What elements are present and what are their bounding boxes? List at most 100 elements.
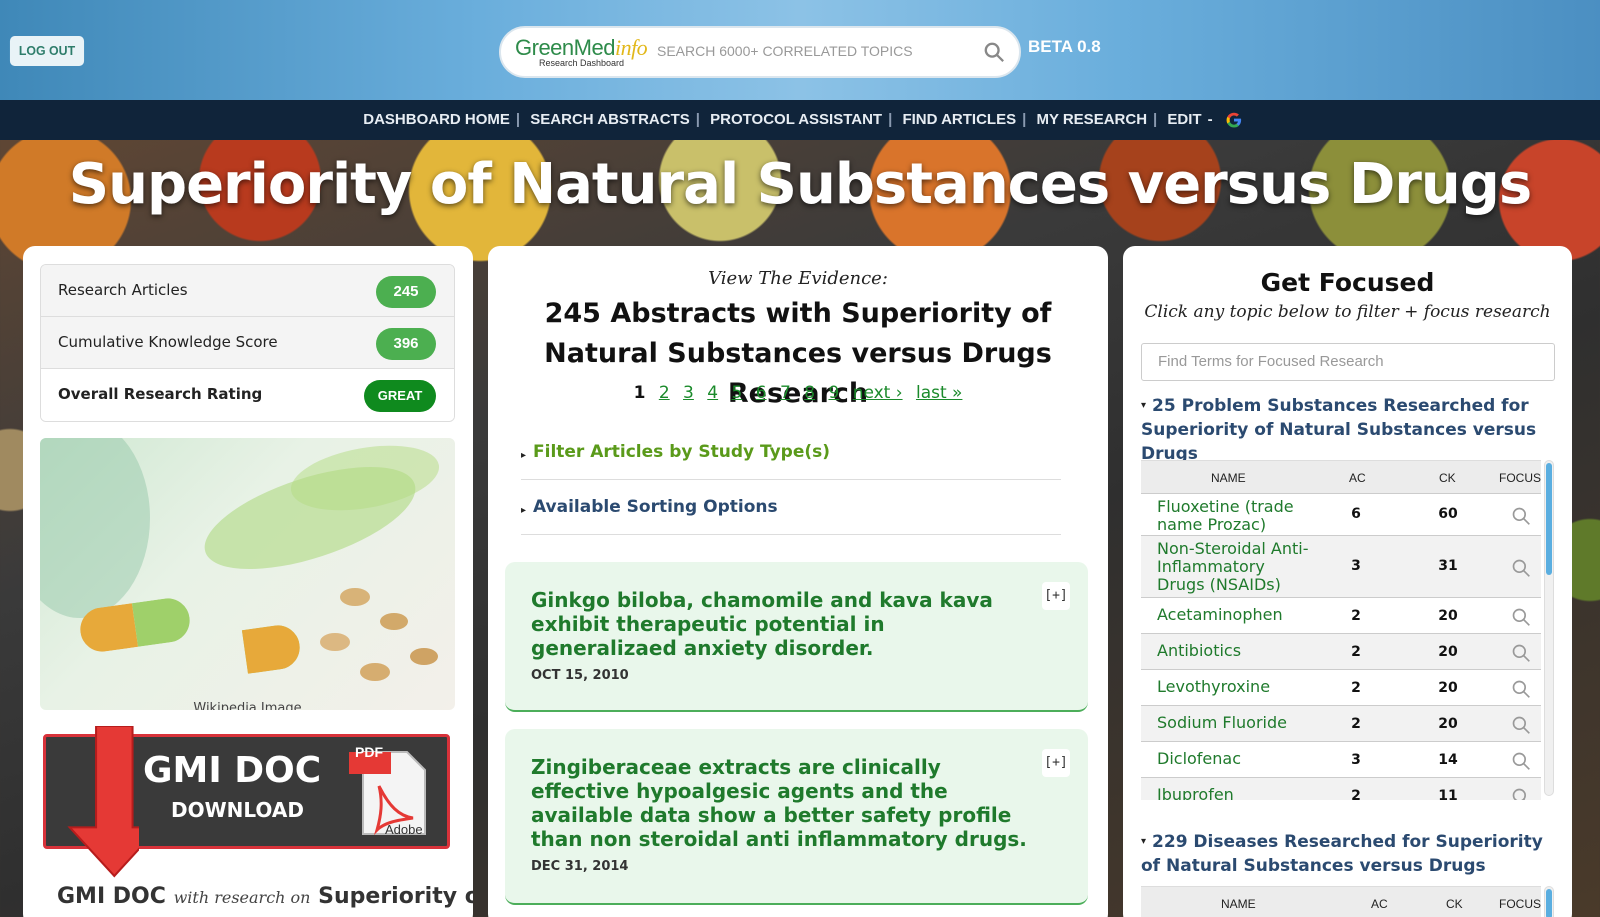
article-date: DEC 31, 2014 bbox=[531, 859, 629, 874]
substance-link[interactable]: Levothyroxine bbox=[1157, 678, 1317, 696]
page-link[interactable]: 9 bbox=[828, 383, 839, 403]
page-last-link[interactable]: last » bbox=[916, 383, 962, 403]
focus-search-icon[interactable] bbox=[1511, 506, 1531, 526]
page-link[interactable]: 8 bbox=[804, 383, 815, 403]
col-focus: FOCUS bbox=[1499, 471, 1541, 485]
col-ac: AC bbox=[1371, 897, 1388, 911]
section-title: 25 Problem Substances Researched for Sup… bbox=[1141, 396, 1537, 464]
greenmedinfo-logo[interactable]: GreenMedinfo Research Dashboard bbox=[515, 35, 648, 71]
topic-image: Wikipedia Image bbox=[40, 438, 455, 710]
ac-value: 2 bbox=[1351, 716, 1361, 732]
ac-value: 2 bbox=[1351, 608, 1361, 624]
expand-caret-icon: ▸ bbox=[521, 505, 527, 516]
ck-value: 11 bbox=[1438, 788, 1458, 800]
stat-label: Cumulative Knowledge Score bbox=[58, 333, 278, 351]
table-scrollbar[interactable] bbox=[1544, 886, 1554, 917]
article-title[interactable]: Zingiberaceae extracts are clinically ef… bbox=[531, 755, 1031, 851]
substance-link[interactable]: Sodium Fluoride bbox=[1157, 714, 1317, 732]
problem-substances-toggle[interactable]: ▾ 25 Problem Substances Researched for Su… bbox=[1141, 394, 1561, 466]
expand-caret-icon: ▸ bbox=[521, 450, 527, 461]
nav-edit[interactable]: EDIT bbox=[1167, 111, 1201, 128]
substance-link[interactable]: Non-Steroidal Anti-Inflammatory Drugs (N… bbox=[1157, 540, 1317, 594]
ck-value: 20 bbox=[1438, 644, 1458, 660]
focus-search-icon[interactable] bbox=[1511, 787, 1531, 800]
focus-search-icon[interactable] bbox=[1511, 607, 1531, 627]
nav-search-abstracts[interactable]: SEARCH ABSTRACTS bbox=[530, 111, 689, 128]
ac-value: 3 bbox=[1351, 558, 1361, 574]
substance-link[interactable]: Ibuprofen bbox=[1157, 786, 1317, 801]
page-link[interactable]: 2 bbox=[659, 383, 670, 403]
page-link[interactable]: 5 bbox=[732, 383, 743, 403]
focus-search-icon[interactable] bbox=[1511, 643, 1531, 663]
ck-value: 20 bbox=[1438, 608, 1458, 624]
ac-value: 2 bbox=[1351, 788, 1361, 800]
stat-knowledge-score: Cumulative Knowledge Score 396 bbox=[41, 317, 454, 369]
expand-button[interactable]: [+] bbox=[1042, 749, 1070, 777]
stat-label: Research Articles bbox=[58, 281, 188, 299]
image-caption: Wikipedia Image bbox=[193, 701, 302, 710]
col-focus: FOCUS bbox=[1499, 897, 1541, 911]
page-link[interactable]: 3 bbox=[683, 383, 694, 403]
ac-value: 2 bbox=[1351, 680, 1361, 696]
nav-protocol-assistant[interactable]: PROTOCOL ASSISTANT bbox=[710, 111, 882, 128]
focus-search-icon[interactable] bbox=[1511, 558, 1531, 578]
ck-value: 20 bbox=[1438, 680, 1458, 696]
nav-my-research[interactable]: MY RESEARCH bbox=[1036, 111, 1147, 128]
search-input[interactable]: SEARCH 6000+ CORRELATED TOPICS bbox=[657, 43, 913, 59]
page-link[interactable]: 4 bbox=[707, 383, 718, 403]
ck-value: 60 bbox=[1438, 506, 1458, 522]
ck-value: 14 bbox=[1438, 752, 1458, 768]
substance-link[interactable]: Diclofenac bbox=[1157, 750, 1317, 768]
article-date: OCT 15, 2010 bbox=[531, 668, 629, 683]
substance-link[interactable]: Acetaminophen bbox=[1157, 606, 1317, 624]
center-panel: View The Evidence: 245 Abstracts with Su… bbox=[488, 246, 1108, 917]
substance-link[interactable]: Fluoxetine (trade name Prozac) bbox=[1157, 498, 1317, 534]
article-card[interactable]: Zingiberaceae extracts are clinically ef… bbox=[505, 729, 1088, 905]
google-translate-icon[interactable] bbox=[1225, 111, 1243, 129]
scrollbar-thumb[interactable] bbox=[1546, 463, 1552, 575]
gmi-doc-download-button[interactable]: GMI DOC DOWNLOAD PDF Adobe bbox=[43, 726, 450, 878]
table-scrollbar[interactable] bbox=[1544, 460, 1554, 796]
focus-search-icon[interactable] bbox=[1511, 715, 1531, 735]
table-row: Fluoxetine (trade name Prozac) 6 60 bbox=[1141, 494, 1541, 536]
search-bar[interactable]: GreenMedinfo Research Dashboard SEARCH 6… bbox=[499, 26, 1021, 78]
expand-button[interactable]: [+] bbox=[1042, 582, 1070, 610]
beta-label: BETA 0.8 bbox=[1028, 37, 1101, 56]
page-link[interactable]: 6 bbox=[756, 383, 767, 403]
collapse-caret-icon: ▾ bbox=[1141, 400, 1147, 411]
focus-search-icon[interactable] bbox=[1511, 679, 1531, 699]
ck-value: 31 bbox=[1438, 558, 1458, 574]
page-link[interactable]: 7 bbox=[780, 383, 791, 403]
pagination: 1 2 3 4 5 6 7 8 9 next › last » bbox=[488, 383, 1108, 403]
doc-banner-title: GMI DOC bbox=[143, 750, 322, 791]
diseases-toggle[interactable]: ▾ 229 Diseases Researched for Superiority… bbox=[1141, 830, 1561, 878]
page-title: Superiority of Natural Substances versus… bbox=[68, 152, 1532, 217]
logout-button[interactable]: LOG OUT bbox=[9, 36, 85, 66]
focus-search-icon[interactable] bbox=[1511, 751, 1531, 771]
table-row: Levothyroxine 2 20 bbox=[1141, 670, 1541, 706]
focused-research-input[interactable]: Find Terms for Focused Research bbox=[1141, 343, 1555, 381]
get-focused-title: Get Focused bbox=[1260, 268, 1435, 297]
search-icon[interactable] bbox=[983, 41, 1005, 63]
page-next-link[interactable]: next › bbox=[853, 383, 903, 403]
article-title[interactable]: Ginkgo biloba, chamomile and kava kava e… bbox=[531, 588, 1031, 660]
table-row: Sodium Fluoride 2 20 bbox=[1141, 706, 1541, 742]
nav-find-articles[interactable]: FIND ARTICLES bbox=[902, 111, 1016, 128]
nav-dashboard-home[interactable]: DASHBOARD HOME bbox=[363, 111, 510, 128]
scrollbar-thumb[interactable] bbox=[1546, 889, 1552, 917]
doc-banner-subtitle: DOWNLOAD bbox=[171, 798, 304, 822]
gmi-doc-bold: GMI DOC bbox=[57, 884, 166, 909]
sorting-options-toggle[interactable]: ▸ Available Sorting Options bbox=[521, 489, 1061, 535]
col-ck: CK bbox=[1439, 471, 1456, 485]
col-ac: AC bbox=[1349, 471, 1366, 485]
substance-link[interactable]: Antibiotics bbox=[1157, 642, 1317, 660]
header: LOG OUT GreenMedinfo Research Dashboard … bbox=[0, 0, 1600, 100]
download-arrow-icon bbox=[67, 726, 139, 878]
col-ck: CK bbox=[1446, 897, 1463, 911]
adobe-label: Adobe bbox=[385, 822, 423, 837]
article-card[interactable]: Ginkgo biloba, chamomile and kava kava e… bbox=[505, 562, 1088, 712]
filter-study-type-toggle[interactable]: ▸ Filter Articles by Study Type(s) bbox=[521, 434, 1061, 480]
gmi-doc-italic: with research on bbox=[173, 888, 311, 907]
stat-research-articles: Research Articles 245 bbox=[41, 265, 454, 317]
logo-text-main: GreenMed bbox=[515, 35, 615, 60]
